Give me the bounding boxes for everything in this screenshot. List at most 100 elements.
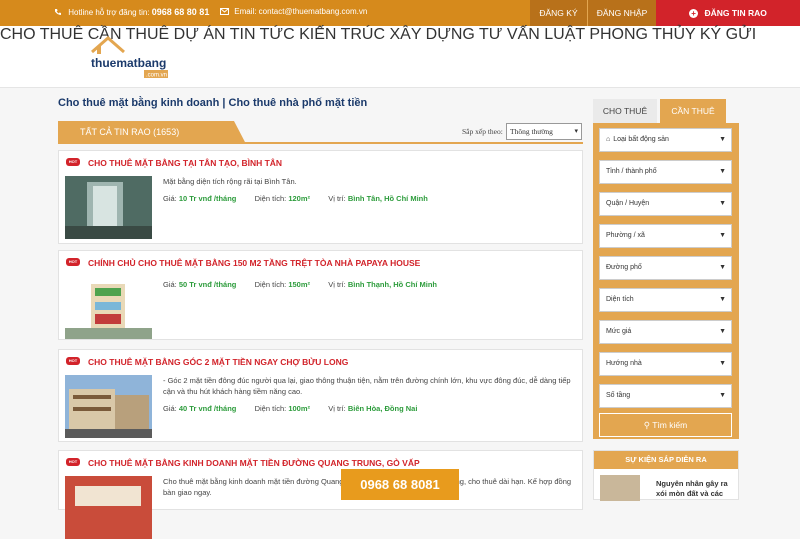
location-label: Vị trí:	[328, 280, 346, 289]
area-label: Diện tích:	[254, 280, 287, 289]
nav-phong-thuy[interactable]: PHONG THỦY	[589, 26, 695, 43]
nav-kien-truc[interactable]: KIẾN TRÚC XÂY DỰNG	[299, 26, 475, 43]
site-logo[interactable]: thuematbang .com.vn	[88, 34, 178, 80]
post-listing-button[interactable]: + ĐĂNG TIN RAO	[656, 0, 800, 26]
phone-icon	[54, 8, 62, 16]
hotline: Hotline hỗ trợ đăng tin: 0968 68 80 81	[54, 7, 209, 17]
plus-icon: +	[689, 9, 699, 18]
listing-tab-bar: TẤT CẢ TIN RAO (1653) Sắp xếp theo: Thôn…	[58, 121, 583, 144]
location-label: Vị trí:	[328, 194, 346, 203]
mail-icon	[220, 8, 229, 16]
area-select[interactable]: Diện tích ▼	[599, 288, 732, 312]
listing-thumbnail[interactable]	[65, 176, 152, 239]
search-button-label: Tìm kiếm	[652, 420, 688, 430]
home-icon: ⌂	[606, 136, 611, 143]
direction-select[interactable]: Hướng nhà ▼	[599, 352, 732, 376]
floors-select[interactable]: Số tầng ▼	[599, 384, 732, 408]
district-select[interactable]: Quận / Huyện ▼	[599, 192, 732, 216]
chevron-down-icon: ▼	[719, 168, 726, 175]
hot-badge-icon: HOT	[66, 458, 80, 466]
search-icon: ⚲	[643, 420, 651, 430]
nav-cho-thue[interactable]: CHO THUÊ	[0, 26, 83, 43]
select-label: Quận / Huyện	[606, 200, 650, 207]
chevron-down-icon: ▼	[719, 200, 726, 207]
hot-badge-icon: HOT	[66, 158, 80, 166]
listing-title[interactable]: CHO THUÊ MẶT BẰNG TẠI TÂN TẠO, BÌNH TÂN	[88, 158, 282, 168]
listing-price: 40 Tr vnđ /tháng	[178, 404, 237, 413]
listing-price: 10 Tr vnđ /tháng	[178, 194, 237, 203]
post-listing-label: ĐĂNG TIN RAO	[704, 8, 767, 18]
nav-ky-gui[interactable]: KÝ GỬI	[700, 26, 756, 43]
select-label: Đường phố	[606, 264, 642, 271]
listing-card[interactable]: HOT CHO THUÊ MẶT BẰNG KINH DOANH MẶT TIỀ…	[58, 450, 583, 539]
chevron-down-icon: ▼	[719, 136, 726, 143]
listing-thumbnail[interactable]	[65, 276, 152, 339]
svg-text:.com.vn: .com.vn	[146, 73, 167, 79]
listing-meta: Giá: 10 Tr vnđ /tháng Diện tích: 120m² V…	[163, 194, 428, 203]
price-select[interactable]: Mức giá ▼	[599, 320, 732, 344]
register-button[interactable]: ĐĂNG KÝ	[530, 0, 588, 26]
listing-title[interactable]: CHÍNH CHỦ CHO THUÊ MẶT BẰNG 150 M2 TẦNG …	[88, 258, 420, 268]
floating-phone-button[interactable]: 0968 68 8081	[341, 469, 459, 500]
chevron-down-icon: ▼	[719, 328, 726, 335]
price-label: Giá:	[163, 404, 177, 413]
sort-select[interactable]: Thông thường ▾	[506, 123, 582, 140]
svg-text:thuematbang: thuematbang	[91, 56, 166, 70]
select-label: Số tầng	[606, 392, 631, 399]
nav-du-an[interactable]: DỰ ÁN	[174, 26, 226, 43]
tab-all-listings[interactable]: TẤT CẢ TIN RAO (1653)	[58, 121, 246, 144]
search-button[interactable]: ⚲ Tìm kiếm	[599, 413, 732, 437]
hot-badge-icon: HOT	[66, 357, 80, 365]
listing-title[interactable]: CHO THUÊ MẶT BẰNG GÓC 2 MẶT TIỀN NGAY CH…	[88, 357, 348, 367]
chevron-down-icon: ▼	[719, 360, 726, 367]
province-select[interactable]: Tỉnh / thành phố ▼	[599, 160, 732, 184]
listing-card[interactable]: HOT CHO THUÊ MẶT BẰNG TẠI TÂN TẠO, BÌNH …	[58, 150, 583, 244]
listing-thumbnail[interactable]	[65, 476, 152, 539]
login-button[interactable]: ĐĂNG NHẬP	[588, 0, 656, 26]
area-label: Diện tích:	[254, 194, 287, 203]
select-label: Mức giá	[606, 328, 632, 335]
select-label: Loại bất động sản	[613, 136, 669, 143]
chevron-down-icon: ▾	[574, 127, 578, 135]
hotline-label: Hotline hỗ trợ đăng tin:	[68, 8, 150, 17]
select-label: Diện tích	[606, 296, 634, 303]
listing-location[interactable]: Biên Hòa, Đồng Nai	[348, 404, 418, 413]
ward-select[interactable]: Phường / xã ▼	[599, 224, 732, 248]
chevron-down-icon: ▼	[719, 264, 726, 271]
listing-description: - Góc 2 mặt tiền đông đúc người qua lại,…	[163, 376, 571, 396]
listing-location[interactable]: Bình Tân, Hồ Chí Minh	[348, 194, 428, 203]
tab-can-thue[interactable]: CẦN THUÊ	[660, 99, 726, 123]
page-title: Cho thuê mặt bằng kinh doanh | Cho thuê …	[58, 97, 368, 109]
listing-title[interactable]: CHO THUÊ MẶT BẰNG KINH DOANH MẶT TIỀN ĐƯ…	[88, 458, 420, 468]
email: Email: contact@thuematbang.com.vn	[220, 7, 367, 16]
hot-badge-icon: HOT	[66, 258, 80, 266]
price-label: Giá:	[163, 194, 177, 203]
event-title[interactable]: Nguyên nhân gây ra xói mòn đất và các	[656, 479, 736, 499]
search-filter-panel: ⌂ Loại bất động sản ▼ Tỉnh / thành phố ▼ …	[593, 123, 739, 439]
chevron-down-icon: ▼	[719, 232, 726, 239]
select-label: Phường / xã	[606, 232, 645, 239]
listing-card[interactable]: HOT CHÍNH CHỦ CHO THUÊ MẶT BẰNG 150 M2 T…	[58, 250, 583, 340]
nav-tin-tuc[interactable]: TIN TỨC	[230, 26, 295, 43]
listing-description: Mặt bằng diện tích rộng rãi tại Bình Tân…	[163, 177, 297, 186]
sidebar-tabs: CHO THUÊ CẦN THUÊ	[593, 99, 726, 123]
email-text[interactable]: Email: contact@thuematbang.com.vn	[234, 7, 367, 16]
nav-tu-van-luat[interactable]: TƯ VẤN LUẬT	[479, 26, 585, 43]
area-label: Diện tích:	[254, 404, 287, 413]
sort-label: Sắp xếp theo:	[462, 127, 503, 136]
listing-thumbnail[interactable]	[65, 375, 152, 438]
hotline-number[interactable]: 0968 68 80 81	[152, 7, 210, 17]
chevron-down-icon: ▼	[719, 296, 726, 303]
events-panel: SỰ KIỆN SẮP DIỄN RA Nguyên nhân gây ra x…	[593, 450, 739, 501]
location-label: Vị trí:	[328, 404, 346, 413]
street-select[interactable]: Đường phố ▼	[599, 256, 732, 280]
tab-cho-thue[interactable]: CHO THUÊ	[593, 99, 657, 123]
chevron-down-icon: ▼	[719, 392, 726, 399]
property-type-select[interactable]: ⌂ Loại bất động sản ▼	[599, 128, 732, 152]
event-thumbnail[interactable]	[600, 475, 640, 501]
header: thuematbang .com.vn CHO THUÊ CẦN THUÊ DỰ…	[0, 26, 800, 88]
listing-card[interactable]: HOT CHO THUÊ MẶT BẰNG GÓC 2 MẶT TIỀN NGA…	[58, 349, 583, 442]
listing-price: 50 Tr vnđ /tháng	[178, 280, 237, 289]
listing-location[interactable]: Bình Thạnh, Hồ Chí Minh	[348, 280, 437, 289]
listing-meta: Giá: 40 Tr vnđ /tháng Diện tích: 100m² V…	[163, 404, 417, 413]
